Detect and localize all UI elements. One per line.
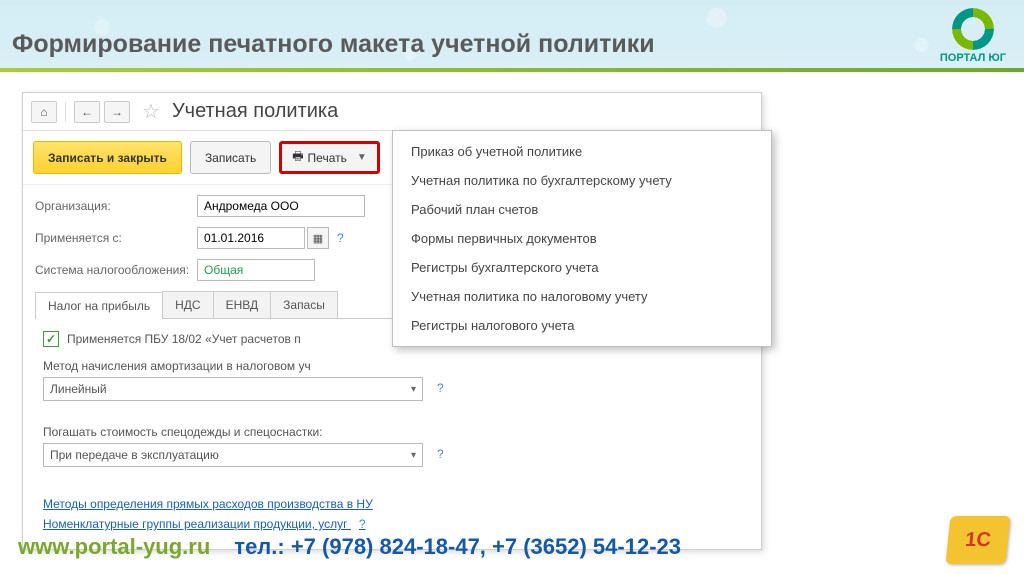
- menu-policy-tax[interactable]: Учетная политика по налоговому учету: [393, 282, 771, 311]
- date-input[interactable]: [197, 227, 305, 249]
- footer: www.portal-yug.ru тел.: +7 (978) 824-18-…: [18, 534, 1006, 560]
- help-icon[interactable]: ?: [359, 517, 366, 531]
- footer-tel: тел.: +7 (978) 824-18-47, +7 (3652) 54-1…: [234, 534, 681, 560]
- tax-input[interactable]: [197, 259, 315, 281]
- forward-button[interactable]: →: [104, 101, 130, 123]
- tab-stock[interactable]: Запасы: [270, 291, 338, 318]
- portal-logo-icon: [952, 8, 994, 50]
- tab-nds[interactable]: НДС: [162, 291, 213, 318]
- menu-policy-acc[interactable]: Учетная политика по бухгалтерскому учету: [393, 166, 771, 195]
- chevron-down-icon: ▾: [411, 384, 416, 395]
- org-input[interactable]: [197, 195, 365, 217]
- link-direct-costs[interactable]: Методы определения прямых расходов произ…: [43, 497, 741, 511]
- tab-envd[interactable]: ЕНВД: [213, 291, 272, 318]
- save-close-button[interactable]: Записать и закрыть: [33, 141, 182, 174]
- portal-logo-text: ПОРТАЛ ЮГ: [940, 52, 1006, 64]
- spec-label: Погашать стоимость спецодежды и спецосна…: [43, 425, 741, 439]
- print-button[interactable]: 🖶 Печать ▼: [279, 141, 380, 174]
- logo-1c: 1С: [945, 516, 1010, 564]
- org-label: Организация:: [35, 199, 197, 213]
- spec-value: При передаче в эксплуатацию: [50, 448, 219, 462]
- help-icon[interactable]: ?: [437, 381, 444, 395]
- menu-prikaz[interactable]: Приказ об учетной политике: [393, 137, 771, 166]
- calendar-icon[interactable]: ▦: [307, 227, 329, 249]
- link-nomenclature[interactable]: Номенклатурные группы реализации продукц…: [43, 517, 741, 531]
- spec-select[interactable]: При передаче в эксплуатацию ▾: [43, 443, 423, 467]
- tab-panel: ✓ Применяется ПБУ 18/02 «Учет расчетов п…: [35, 319, 749, 535]
- date-label: Применяется с:: [35, 231, 197, 245]
- form-title: Учетная политика: [172, 100, 338, 123]
- pbu-checkbox[interactable]: ✓: [43, 331, 59, 347]
- home-button[interactable]: ⌂: [31, 101, 57, 123]
- printer-icon: 🖶: [292, 147, 303, 168]
- star-icon[interactable]: ☆: [142, 99, 160, 124]
- amort-label: Метод начисления амортизации в налоговом…: [43, 359, 741, 373]
- footer-url: www.portal-yug.ru: [18, 534, 210, 560]
- menu-primary-forms[interactable]: Формы первичных документов: [393, 224, 771, 253]
- chevron-down-icon: ▾: [411, 450, 416, 461]
- print-dropdown: Приказ об учетной политике Учетная полит…: [392, 130, 772, 347]
- chevron-down-icon: ▼: [357, 152, 367, 163]
- menu-chart-accounts[interactable]: Рабочий план счетов: [393, 195, 771, 224]
- slide-title: Формирование печатного макета учетной по…: [12, 30, 655, 59]
- back-button[interactable]: ←: [74, 101, 100, 123]
- pbu-label: Применяется ПБУ 18/02 «Учет расчетов п: [67, 332, 301, 346]
- amort-select[interactable]: Линейный ▾: [43, 377, 423, 401]
- print-label: Печать: [308, 151, 347, 165]
- help-icon[interactable]: ?: [437, 447, 444, 461]
- portal-logo: ПОРТАЛ ЮГ: [940, 8, 1006, 64]
- menu-acc-registers[interactable]: Регистры бухгалтерского учета: [393, 253, 771, 282]
- nav-bar: ⌂ ← → ☆ Учетная политика: [23, 93, 761, 131]
- help-icon[interactable]: ?: [337, 231, 344, 245]
- tab-profit-tax[interactable]: Налог на прибыль: [35, 292, 163, 319]
- tax-label: Система налогообложения:: [35, 263, 197, 277]
- menu-tax-registers[interactable]: Регистры налогового учета: [393, 311, 771, 340]
- save-button[interactable]: Записать: [190, 141, 271, 174]
- amort-value: Линейный: [50, 382, 107, 396]
